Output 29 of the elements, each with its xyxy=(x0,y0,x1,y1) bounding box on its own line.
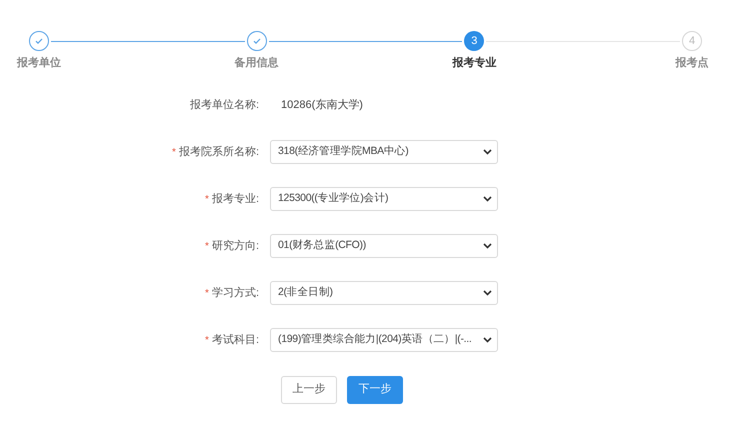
chevron-down-icon xyxy=(483,196,492,202)
select-field[interactable]: (199)管理类综合能力|(204)英语（二）|(-... xyxy=(270,328,498,352)
required-mark: * xyxy=(205,286,209,300)
step-label: 报考单位 xyxy=(17,56,61,71)
chevron-down-icon xyxy=(483,243,492,249)
select-field[interactable]: 2(非全日制) xyxy=(270,281,498,305)
select-field[interactable]: 01(财务总监(CFO)) xyxy=(270,234,498,258)
required-mark: * xyxy=(205,334,209,348)
step-number: 4 xyxy=(682,31,702,51)
field-value: 10286(东南大学) xyxy=(280,98,363,113)
field-label: 报考单位名称: xyxy=(190,98,259,113)
field-label: 考试科目: xyxy=(212,332,259,348)
step-label: 报考专业 xyxy=(452,56,496,71)
step-number: 3 xyxy=(464,31,484,51)
previous-button[interactable]: 上一步 xyxy=(281,376,337,404)
chevron-down-icon xyxy=(483,337,492,343)
select-field[interactable]: 125300((专业学位)会计) xyxy=(270,187,498,211)
chevron-down-icon xyxy=(483,149,492,155)
field-label: 学习方式: xyxy=(212,286,259,301)
select-field[interactable]: 318(经济管理学院MBA中心) xyxy=(270,140,498,164)
step-label: 备用信息 xyxy=(234,56,279,71)
step-label: 报考点 xyxy=(676,56,709,71)
required-mark: * xyxy=(172,146,176,160)
required-mark: * xyxy=(205,240,209,254)
field-label: 研究方向: xyxy=(212,238,259,254)
chevron-down-icon xyxy=(483,290,492,296)
field-label: 报考专业: xyxy=(212,192,259,207)
required-mark: * xyxy=(205,192,209,206)
field-label: 报考院系所名称: xyxy=(178,144,259,160)
